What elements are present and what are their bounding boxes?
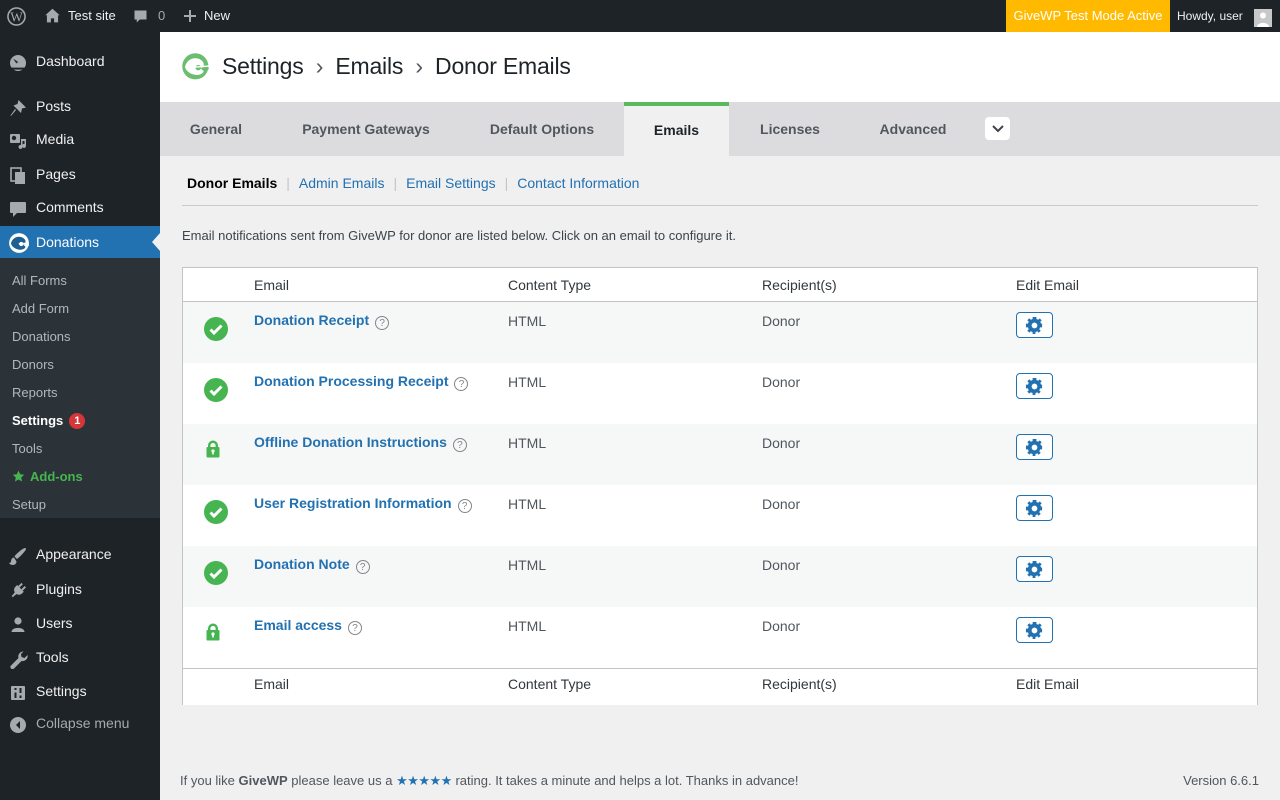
svg-text:W: W [10, 9, 23, 24]
